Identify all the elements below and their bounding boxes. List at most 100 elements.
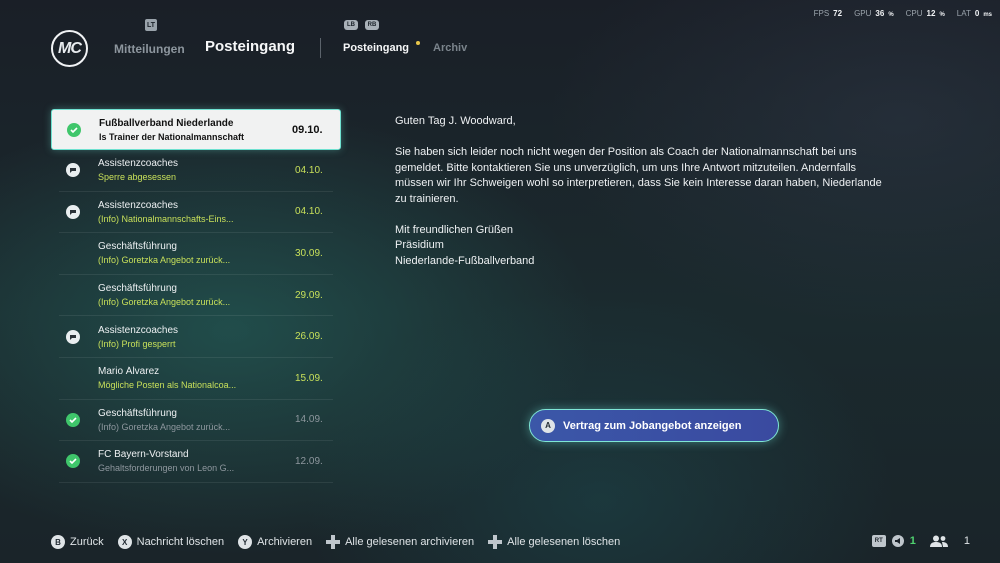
chat-icon [66,163,80,178]
lb-bumper-icon: LB [344,20,358,30]
inbox-sender: Geschäftsführung [98,407,177,419]
inbox-subject: (Info) Goretzka Angebot zurück... [98,297,231,308]
page-title: Posteingang [205,38,296,55]
inbox-subject: ls Trainer der Nationalmannschaft [99,131,245,142]
inbox-row-texts: Fußballverband Niederlande ls Trainer de… [99,118,292,142]
inbox-sender: Assistenzcoaches [98,158,179,170]
inbox-subject: Mögliche Posten als Nationalcoa... [98,380,237,391]
dpad-icon [488,535,503,549]
footer-hint-label: Nachricht löschen [136,536,225,548]
inbox-row[interactable]: FC Bayern-Vorstand Gehaltsforderungen vo… [59,441,333,483]
inbox-row-texts: Mario Álvarez Mögliche Posten als Nation… [98,366,295,390]
inbox-date: 26.09. [295,331,323,343]
user-count: 1 [963,535,970,547]
message-text: Sie haben sich leider noch nicht wegen d… [395,146,882,205]
inbox-subject: (Info) Profi gesperrt [98,338,176,349]
speaker-icon [891,535,904,547]
inbox-row[interactable]: Fußballverband Niederlande ls Trainer de… [51,109,341,150]
inbox-row-texts: Assistenzcoaches (Info) Profi gesperrt [98,325,295,349]
footer-hint-2[interactable]: X Nachricht löschen [117,535,225,549]
footer-hint-3[interactable]: Y Archivieren [238,535,312,549]
users-icon [929,535,948,547]
inbox-row-texts: Assistenzcoaches Sperre abgesessen [98,158,295,182]
rb-bumper-icon: RB [365,20,379,30]
inbox-date: 14.09. [295,414,323,426]
inbox-row-texts: Assistenzcoaches (Info) Nationalmannscha… [98,200,295,224]
inbox-subject: (Info) Goretzka Angebot zurück... [98,255,231,266]
tab-posteingang[interactable]: Posteingang [343,42,409,54]
message-greeting: Guten Tag J. Woodward, [395,115,516,127]
inbox-sender: Assistenzcoaches [98,324,179,336]
inbox-row-texts: Geschäftsführung (Info) Goretzka Angebot… [98,283,295,307]
career-mode-logo: MC [51,30,88,67]
inbox-sender: Geschäftsführung [98,283,177,295]
inbox-sender: FC Bayern-Vorstand [98,449,189,461]
chat-icon [66,204,80,219]
inbox-date: 30.09. [295,247,323,259]
footer-hint-1[interactable]: B Zurück [51,535,104,549]
notification-count: 1 [909,535,916,547]
inbox-subject: Gehaltsforderungen von Leon G... [98,463,235,474]
footer-hint-label: Alle gelesenen löschen [507,536,621,548]
footer-hints: B Zurück X Nachricht löschen Y Archivieren All… [51,535,620,549]
view-contract-label: Vertrag zum Jobangebot anzeigen [563,419,742,432]
rt-trigger-icon: RT [871,535,886,547]
inbox-sender: Fußballverband Niederlande [99,117,234,129]
message-body: Guten Tag J. Woodward, Sie haben sich le… [395,114,885,269]
inbox-row[interactable]: Assistenzcoaches (Info) Nationalmannscha… [59,192,333,234]
inbox-row[interactable]: Mario Álvarez Mögliche Posten als Nation… [59,358,333,400]
nav-mitteilungen[interactable]: Mitteilungen [114,42,185,56]
inbox-row-texts: Geschäftsführung (Info) Goretzka Angebot… [98,241,295,265]
inbox-date: 09.10. [292,123,323,136]
y-button-icon: Y [238,535,253,549]
inbox-subject: (Info) Goretzka Angebot zurück... [98,421,231,432]
inbox-date: 29.09. [295,289,323,301]
view-contract-button[interactable]: A Vertrag zum Jobangebot anzeigen [529,409,779,442]
inbox-date: 15.09. [295,372,323,384]
inbox-date: 04.10. [295,164,323,176]
inbox-date: 04.10. [295,206,323,218]
footer-hint-label: Alle gelesenen archivieren [345,536,475,548]
footer-hint-5[interactable]: Alle gelesenen löschen [488,535,620,549]
b-button-icon: B [51,535,65,549]
performance-overlay: FPS 72 GPU 36% CPU 12% LAT 0 ms [814,9,992,18]
footer-status: RT 1 1 [871,535,970,547]
empty-icon-slot [66,371,80,385]
dpad-icon [326,535,341,549]
x-button-icon: X [117,535,132,549]
header-divider [320,38,321,58]
footer-hint-label: Archivieren [257,536,313,548]
inbox-row[interactable]: Assistenzcoaches Sperre abgesessen 04.10… [59,150,333,192]
lt-trigger-icon: LT [145,19,157,31]
footer-hint-4[interactable]: Alle gelesenen archivieren [326,535,474,549]
inbox-row-texts: FC Bayern-Vorstand Gehaltsforderungen vo… [98,449,295,473]
perf-cpu: CPU 12% [905,9,945,18]
message-closing: Mit freundlichen Grüßen [395,223,513,236]
inbox-row[interactable]: Geschäftsführung (Info) Goretzka Angebot… [59,275,333,317]
empty-icon-slot [66,246,80,260]
tab-archiv[interactable]: Archiv [433,42,467,54]
inbox-row[interactable]: Assistenzcoaches (Info) Profi gesperrt 2… [59,316,333,358]
inbox-row-texts: Geschäftsführung (Info) Goretzka Angebot… [98,408,295,432]
perf-lat: LAT 0 ms [956,9,992,18]
check-icon [67,122,81,137]
inbox-sender: Mario Álvarez [98,366,160,378]
inbox-list: Fußballverband Niederlande ls Trainer de… [51,109,341,483]
message-signature-line1: Präsidium [395,239,444,251]
inbox-sender: Geschäftsführung [98,241,177,253]
inbox-subject: (Info) Nationalmannschafts-Eins... [98,213,234,224]
inbox-row[interactable]: Geschäftsführung (Info) Goretzka Angebot… [59,233,333,275]
a-button-icon: A [541,418,555,433]
footer-hint-label: Zurück [70,536,104,548]
inbox-sender: Assistenzcoaches [98,199,179,211]
check-icon [66,412,80,427]
chat-icon [66,329,80,344]
inbox-subject: Sperre abgesessen [98,172,177,183]
perf-fps: FPS 72 [813,9,843,18]
inbox-row[interactable]: Geschäftsführung (Info) Goretzka Angebot… [59,400,333,442]
check-icon [66,454,80,469]
message-signature-line2: Niederlande-Fußballverband [395,254,535,267]
new-indicator-dot [416,41,420,45]
empty-icon-slot [66,288,80,302]
inbox-date: 12.09. [295,455,323,467]
